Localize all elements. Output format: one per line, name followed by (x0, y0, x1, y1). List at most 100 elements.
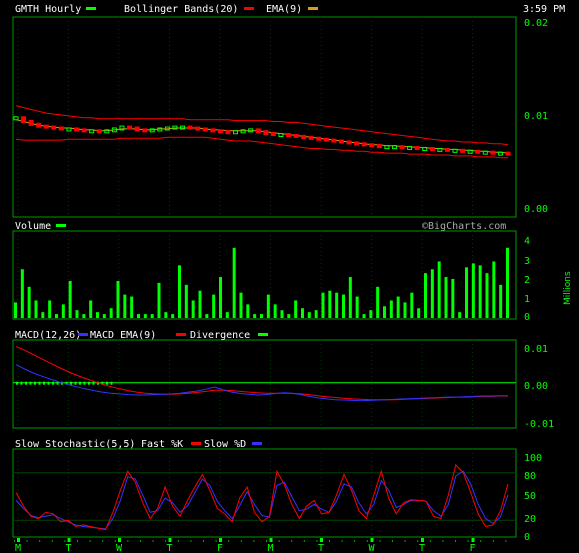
divergence-legend-swatch (258, 333, 268, 336)
volume-bar (82, 314, 86, 318)
volume-bar (41, 312, 45, 318)
x-minor-tick (127, 540, 129, 542)
volume-bar (137, 314, 140, 318)
x-minor-tick (291, 540, 293, 542)
volume-bar (212, 294, 216, 318)
volume-legend-swatch (56, 224, 66, 227)
x-minor-tick (64, 540, 66, 542)
price-candle (217, 129, 223, 134)
price-candle (490, 150, 496, 155)
chart-stage: GMTH Hourly Bollinger Bands(20) EMA(9) 3… (0, 0, 579, 553)
stoch-y-tick: 20 (524, 514, 536, 525)
volume-bar (478, 265, 482, 318)
volume-bar (403, 302, 407, 318)
bollinger-label: Bollinger Bands(20) (124, 4, 238, 15)
x-minor-tick (203, 540, 204, 542)
x-minor-tick (379, 540, 381, 542)
x-minor-tick (442, 540, 444, 542)
volume-bar (492, 261, 496, 318)
volume-bar (465, 267, 468, 318)
volume-bar (96, 312, 99, 318)
price-y-tick: 0.00 (524, 204, 548, 215)
divergence-bar (52, 381, 54, 385)
price-candle (308, 135, 314, 140)
macd-y-tick: 0.01 (524, 344, 548, 355)
x-minor-tick (366, 540, 368, 542)
price-candle (51, 125, 57, 130)
price-candle (444, 147, 450, 152)
volume-bar (102, 314, 106, 318)
x-minor-tick (240, 540, 242, 542)
volume-bar (451, 279, 455, 318)
price-candle (127, 125, 133, 130)
volume-bar (232, 247, 236, 318)
volume-bar (266, 294, 270, 318)
volume-bar (150, 314, 154, 318)
divergence-bar (92, 381, 95, 385)
price-candle (58, 126, 64, 131)
price-candle (134, 126, 140, 132)
price-candle (270, 132, 276, 137)
x-minor-tick (354, 540, 356, 542)
divergence-bar (83, 381, 86, 385)
x-minor-tick (341, 540, 343, 542)
x-minor-tick (253, 540, 255, 542)
x-tick-mark (269, 538, 273, 542)
stochastic-panel (12, 448, 517, 538)
symbol-label: GMTH Hourly (15, 4, 81, 15)
macd-ema-label: MACD EMA(9) (90, 330, 156, 341)
x-tick-label: M (15, 543, 21, 553)
x-minor-tick (266, 540, 267, 542)
x-tick-label: F (470, 543, 476, 553)
volume-bar (430, 269, 434, 318)
price-candle (210, 128, 216, 133)
volume-bar (20, 269, 24, 318)
x-minor-tick (77, 540, 78, 542)
volume-y-tick: 3 (524, 256, 530, 267)
x-minor-tick (190, 540, 192, 542)
x-tick-mark (168, 538, 172, 542)
volume-bar (178, 265, 181, 318)
volume-bar (14, 302, 17, 318)
x-minor-tick (89, 540, 91, 542)
stoch-y-tick: 80 (524, 471, 536, 482)
volume-bar (458, 312, 462, 318)
x-minor-tick (51, 540, 53, 542)
macd-ema-legend-swatch (176, 333, 186, 336)
volume-bar (506, 247, 509, 318)
volume-bar (55, 314, 58, 318)
x-tick-label: T (318, 543, 324, 553)
price-candle (429, 146, 435, 151)
x-tick-label: T (419, 543, 425, 553)
price-candle (331, 138, 337, 143)
volume-bar (171, 314, 175, 318)
x-minor-tick (455, 540, 456, 542)
x-tick-mark (17, 538, 20, 542)
price-candle (285, 133, 291, 138)
volume-bar (389, 300, 393, 318)
volume-bar (157, 282, 161, 318)
x-tick-mark (421, 538, 424, 542)
volume-bar (48, 300, 52, 318)
x-tick-mark (118, 538, 121, 542)
price-candle (414, 146, 420, 151)
time-label: 3:59 PM (523, 4, 565, 15)
divergence-bar (106, 381, 108, 385)
price-candle (361, 142, 367, 147)
volume-bar (355, 296, 359, 318)
volume-axis-label: Millions (563, 271, 573, 305)
volume-bar (485, 273, 489, 318)
divergence-bar (20, 381, 23, 385)
fast-k-label: Fast %K (141, 439, 183, 450)
stoch-y-tick: 0 (524, 532, 530, 543)
stochastic-title: Slow Stochastic(5,5) (15, 439, 135, 450)
x-minor-tick (329, 540, 330, 542)
price-candle (142, 128, 148, 133)
price-candle (346, 140, 352, 145)
volume-bar (362, 314, 366, 318)
price-candle (96, 129, 102, 134)
volume-bar (301, 308, 304, 318)
volume-bar (287, 314, 291, 318)
x-tick-label: W (116, 543, 123, 553)
x-minor-tick (404, 540, 406, 542)
